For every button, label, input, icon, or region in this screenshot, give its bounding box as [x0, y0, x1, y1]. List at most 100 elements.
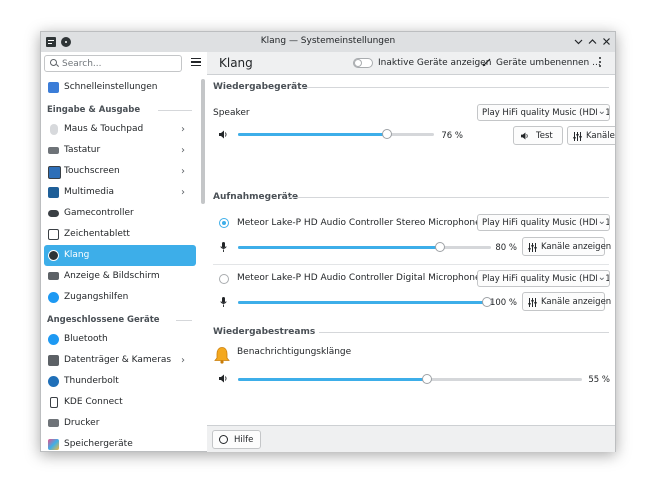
sidebar-item-quick-settings[interactable]: Schnelleinstellungen: [41, 77, 199, 98]
playback-volume-slider[interactable]: [238, 129, 434, 139]
drive-icon: [48, 355, 59, 366]
help-button[interactable]: Hilfe: [212, 430, 261, 449]
touchscreen-icon: [48, 166, 61, 179]
speaker-icon: [521, 132, 528, 140]
show-channels-button[interactable]: Kanäle anzeigen: [567, 126, 615, 145]
sound-icon: [48, 250, 59, 261]
microphone-icon[interactable]: [220, 297, 227, 307]
rename-devices-button[interactable]: Geräte umbenennen ...: [496, 58, 601, 68]
chevron-right-icon: ›: [181, 355, 185, 366]
mouse-icon: [50, 124, 58, 135]
more-options-icon[interactable]: [599, 57, 602, 68]
gamepad-icon: [48, 210, 59, 217]
equalizer-icon: [528, 298, 537, 307]
tablet-icon: [48, 229, 59, 240]
recording-volume-value: 80 %: [495, 243, 517, 253]
show-channels-button[interactable]: Kanäle anzeigen: [522, 237, 611, 256]
default-device-radio[interactable]: [219, 274, 229, 284]
slider-fill: [238, 246, 441, 249]
bluetooth-icon: [48, 334, 59, 345]
storage-icon: [48, 439, 59, 450]
recording-device-name: Meteor Lake-P HD Audio Controller Digita…: [237, 273, 481, 283]
slider-fill: [238, 133, 387, 136]
scrollbar-thumb[interactable]: [201, 79, 205, 204]
section-title-streams: Wiedergabestreams: [213, 327, 316, 337]
pencil-icon[interactable]: [482, 57, 492, 67]
sidebar-item-display[interactable]: Anzeige & Bildschirm: [41, 266, 199, 287]
slider-fill: [238, 301, 487, 304]
close-button[interactable]: [600, 35, 613, 48]
sidebar-item-kde-connect[interactable]: KDE Connect: [41, 392, 199, 413]
playback-port-select[interactable]: Play HiFi quality Music (HDMI1, HDMI1) ⌄: [477, 104, 610, 121]
slider-handle[interactable]: [381, 129, 392, 139]
sidebar-list: Schnelleinstellungen Eingabe & Ausgabe M…: [41, 77, 199, 451]
equalizer-icon: [573, 132, 582, 141]
slider-handle[interactable]: [422, 374, 433, 384]
sidebar-item-tablet[interactable]: Zeichentablett: [41, 224, 199, 245]
display-icon: [48, 272, 59, 280]
bell-icon: [214, 347, 230, 364]
minimize-icon: [574, 39, 583, 45]
sidebar: Schnelleinstellungen Eingabe & Ausgabe M…: [41, 52, 208, 451]
sidebar-item-bluetooth[interactable]: Bluetooth: [41, 329, 199, 350]
help-icon: [219, 435, 228, 444]
recording-volume-slider-stereo[interactable]: [238, 242, 491, 252]
window-title: Klang — Systemeinstellungen: [260, 36, 396, 46]
kde-connect-icon: [50, 397, 58, 408]
stream-volume-slider[interactable]: [238, 374, 582, 384]
device-separator: [213, 264, 609, 265]
main-content: Wiedergabegeräte Speaker Play HiFi quali…: [207, 75, 615, 425]
default-device-radio[interactable]: [219, 218, 229, 228]
chevron-right-icon: ›: [181, 187, 185, 198]
sidebar-item-thunderbolt[interactable]: Thunderbolt: [41, 371, 199, 392]
show-channels-button[interactable]: Kanäle anzeigen: [522, 292, 611, 311]
sidebar-item-drives[interactable]: Datenträger & Kameras ›: [41, 350, 199, 371]
multimedia-icon: [48, 187, 59, 198]
inactive-devices-toggle[interactable]: [353, 58, 373, 68]
sidebar-item-touchscreen[interactable]: Touchscreen ›: [41, 161, 199, 182]
chevron-down-icon: ⌄: [596, 272, 606, 283]
microphone-icon[interactable]: [220, 242, 227, 252]
sidebar-item-label: Schnelleinstellungen: [64, 82, 158, 92]
search-box[interactable]: [44, 55, 182, 72]
page-title: Klang: [219, 56, 253, 70]
sidebar-item-gamecontroller[interactable]: Gamecontroller: [41, 203, 199, 224]
chevron-right-icon: ›: [181, 145, 185, 156]
search-input[interactable]: [62, 57, 177, 70]
test-button[interactable]: Test: [513, 126, 563, 145]
inactive-devices-label[interactable]: Inaktive Geräte anzeigen: [378, 58, 491, 68]
maximize-icon: [588, 39, 597, 44]
speaker-icon[interactable]: [219, 130, 228, 139]
sidebar-scrollbar[interactable]: [200, 79, 206, 451]
sidebar-item-multimedia[interactable]: Multimedia ›: [41, 182, 199, 203]
sidebar-item-accessibility[interactable]: Zugangshilfen: [41, 287, 199, 308]
speaker-icon[interactable]: [219, 374, 228, 383]
slider-handle[interactable]: [435, 242, 446, 252]
maximize-button[interactable]: [586, 35, 599, 48]
sidebar-section-header: Eingabe & Ausgabe: [41, 98, 199, 119]
sidebar-item-printer[interactable]: Drucker: [41, 413, 199, 434]
playback-device-name: Speaker: [213, 108, 250, 118]
sidebar-item-sound[interactable]: Klang: [44, 245, 196, 266]
sidebar-item-mouse[interactable]: Maus & Touchpad ›: [41, 119, 199, 140]
thunderbolt-icon: [48, 376, 59, 387]
printer-icon: [48, 419, 59, 427]
section-title-playback: Wiedergabegeräte: [213, 82, 308, 92]
stream-name: Benachrichtigungsklänge: [237, 347, 352, 357]
section-divider: [302, 87, 609, 88]
recording-device-name: Meteor Lake-P HD Audio Controller Stereo…: [237, 218, 481, 228]
section-divider: [287, 197, 609, 198]
sidebar-item-keyboard[interactable]: Tastatur ›: [41, 140, 199, 161]
hamburger-menu-icon[interactable]: [191, 58, 201, 66]
keyboard-icon: [48, 147, 59, 154]
footer-bar: Hilfe: [207, 425, 615, 452]
recording-port-select[interactable]: Play HiFi quality Music (HDMI1, HDMI1) ⌄: [477, 214, 610, 231]
sidebar-item-storage[interactable]: Speichergeräte: [41, 434, 199, 451]
slider-fill: [238, 378, 428, 381]
chevron-down-icon: ⌄: [596, 216, 606, 227]
recording-port-select[interactable]: Play HiFi quality Music (HDMI1, HDMI1) ⌄: [477, 270, 610, 287]
settings-window: Klang — Systemeinstellungen Schnelleinst…: [40, 31, 616, 452]
minimize-button[interactable]: [572, 35, 585, 48]
title-bar: Klang — Systemeinstellungen: [41, 32, 615, 53]
recording-volume-slider-digital[interactable]: [238, 297, 492, 307]
